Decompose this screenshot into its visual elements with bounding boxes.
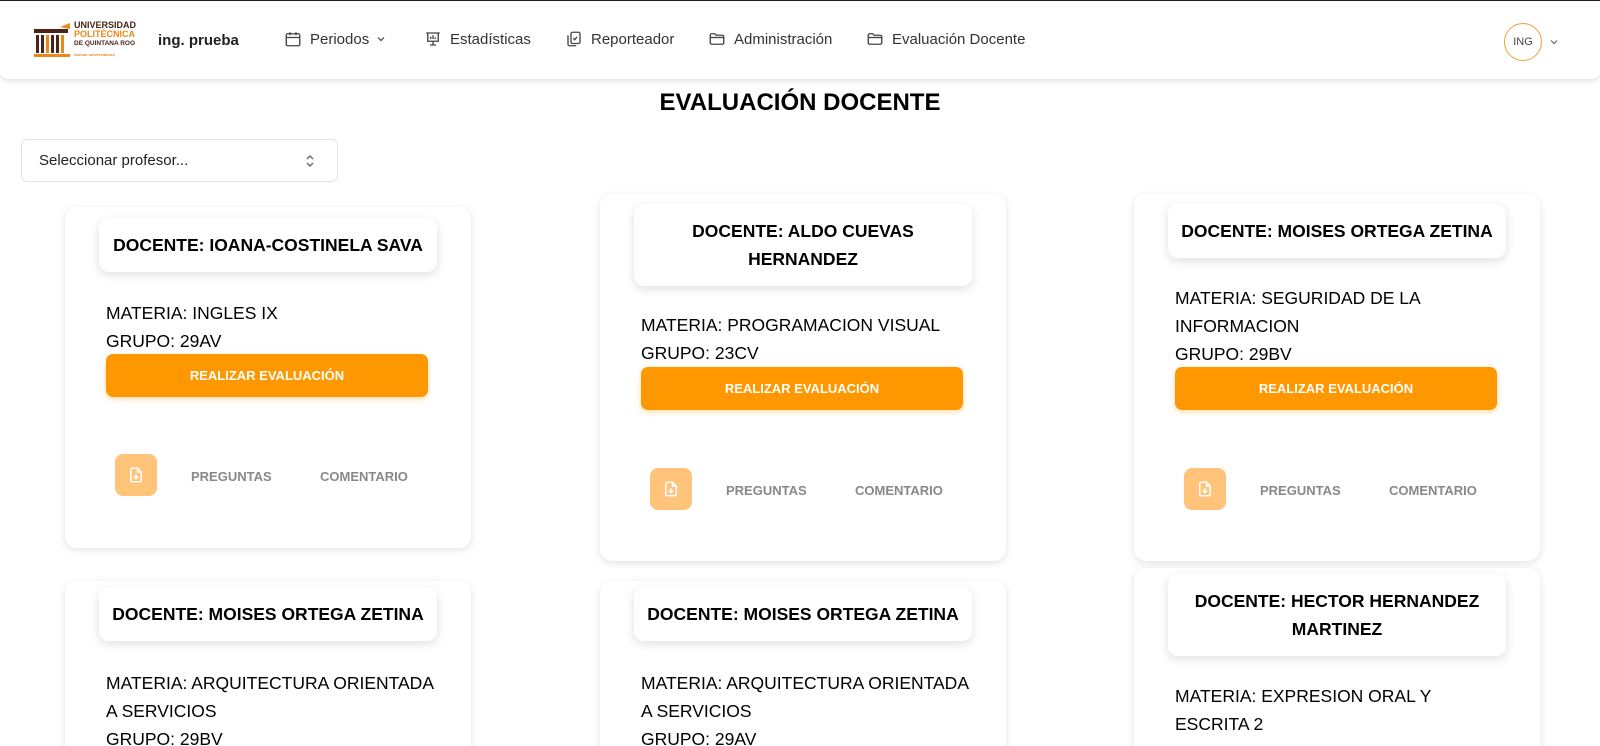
nav-administracion[interactable]: Administración [708,30,832,48]
download-document-button[interactable] [1184,468,1226,510]
card-info: MATERIA: ARQUITECTURA ORIENTADA A SERVIC… [106,669,436,746]
document-download-icon [130,467,142,483]
card-grupo: GRUPO: 29BV [106,729,223,746]
card-docente: DOCENTE: IOANA-COSTINELA SAVA [99,218,437,272]
evaluation-card: DOCENTE: ALDO CUEVAS HERNANDEZ MATERIA: … [600,194,1006,561]
card-grupo: GRUPO: 29AV [106,331,222,351]
tab-comentario[interactable]: COMENTARIO [320,469,408,484]
document-download-icon [1199,481,1211,497]
card-materia: MATERIA: PROGRAMACION VISUAL [641,315,941,335]
evaluation-card: DOCENTE: IOANA-COSTINELA SAVA MATERIA: I… [65,207,471,548]
logo-line-4: Somos universitarios [74,52,115,57]
professor-select[interactable]: Seleccionar profesor... [21,139,338,182]
nav-reporteador[interactable]: Reporteador [565,30,674,48]
chevron-down-icon [377,37,385,42]
card-docente: DOCENTE: HECTOR HERNANDEZ MARTINEZ [1168,574,1506,656]
tab-preguntas[interactable]: PREGUNTAS [191,469,272,484]
realizar-evaluacion-button[interactable]: REALIZAR EVALUACIÓN [106,354,428,397]
logo-line-2: POLITÉCNICA [74,29,136,39]
download-document-button[interactable] [115,454,157,496]
card-info: MATERIA: ARQUITECTURA ORIENTADA A SERVIC… [641,669,971,746]
tab-comentario[interactable]: COMENTARIO [1389,483,1477,498]
card-materia: MATERIA: ARQUITECTURA ORIENTADA A SERVIC… [641,673,969,721]
card-grupo: GRUPO: 29BV [1175,344,1292,364]
card-materia: MATERIA: EXPRESION ORAL Y ESCRITA 2 [1175,686,1432,734]
logo-line-3: DE QUINTANA ROO [74,40,136,47]
chevron-up-down-icon [306,155,314,167]
nav-periodos-label: Periodos [310,30,370,48]
professor-select-value: Seleccionar profesor... [39,152,189,169]
card-docente: DOCENTE: MOISES ORTEGA ZETINA [634,587,972,641]
card-docente: DOCENTE: MOISES ORTEGA ZETINA [99,587,437,641]
card-materia: MATERIA: SEGURIDAD DE LA INFORMACION [1175,288,1420,336]
card-materia: MATERIA: ARQUITECTURA ORIENTADA A SERVIC… [106,673,434,721]
download-document-button[interactable] [650,468,692,510]
realizar-evaluacion-button[interactable]: REALIZAR EVALUACIÓN [641,367,963,410]
card-docente: DOCENTE: ALDO CUEVAS HERNANDEZ [634,204,972,286]
clipboard-copy-icon [567,31,581,47]
card-grupo: GRUPO: 29BV [1175,738,1505,746]
nav-estadisticas-label: Estadísticas [450,30,531,48]
tab-preguntas[interactable]: PREGUNTAS [726,483,807,498]
evaluation-card: DOCENTE: MOISES ORTEGA ZETINA MATERIA: S… [1134,194,1540,561]
evaluation-card: DOCENTE: MOISES ORTEGA ZETINA MATERIA: A… [600,581,1006,746]
tab-comentario[interactable]: COMENTARIO [855,483,943,498]
card-grupo: GRUPO: 23CV [641,343,759,363]
folder-icon [867,33,883,45]
nav-evaluacion-docente-label: Evaluación Docente [892,30,1026,48]
nav-estadisticas[interactable]: Estadísticas [424,30,531,48]
university-logo[interactable]: UNIVERSIDAD POLITÉCNICA DE QUINTANA ROO … [32,18,142,62]
calendar-icon [285,32,301,47]
folder-icon [709,33,725,45]
tab-preguntas[interactable]: PREGUNTAS [1260,483,1341,498]
card-info: MATERIA: EXPRESION ORAL Y ESCRITA 2 GRUP… [1175,682,1505,746]
document-download-icon [665,481,677,497]
page-title: EVALUACIÓN DOCENTE [659,89,941,116]
realizar-evaluacion-button[interactable]: REALIZAR EVALUACIÓN [1175,367,1497,410]
evaluation-card: DOCENTE: HECTOR HERNANDEZ MARTINEZ MATER… [1134,568,1540,746]
card-info: MATERIA: SEGURIDAD DE LA INFORMACION GRU… [1175,284,1505,368]
card-info: MATERIA: INGLES IX GRUPO: 29AV [106,299,436,355]
avatar[interactable]: ING [1504,23,1542,61]
card-info: MATERIA: PROGRAMACION VISUAL GRUPO: 23CV [641,311,971,367]
nav-evaluacion-docente[interactable]: Evaluación Docente [866,30,1025,48]
presentation-chart-icon [426,32,440,46]
top-navbar: UNIVERSIDAD POLITÉCNICA DE QUINTANA ROO … [0,2,1600,79]
chevron-down-icon[interactable] [1548,36,1560,48]
user-name: ing. prueba [158,32,239,49]
card-materia: MATERIA: INGLES IX [106,303,278,323]
avatar-text: ING [1513,36,1533,48]
evaluation-card: DOCENTE: MOISES ORTEGA ZETINA MATERIA: A… [65,581,471,746]
nav-periodos[interactable]: Periodos [284,30,387,48]
nav-reporteador-label: Reporteador [591,30,675,48]
nav-administracion-label: Administración [734,30,833,48]
logo-building-icon [32,23,72,57]
card-docente: DOCENTE: MOISES ORTEGA ZETINA [1168,204,1506,258]
card-grupo: GRUPO: 29AV [641,729,757,746]
